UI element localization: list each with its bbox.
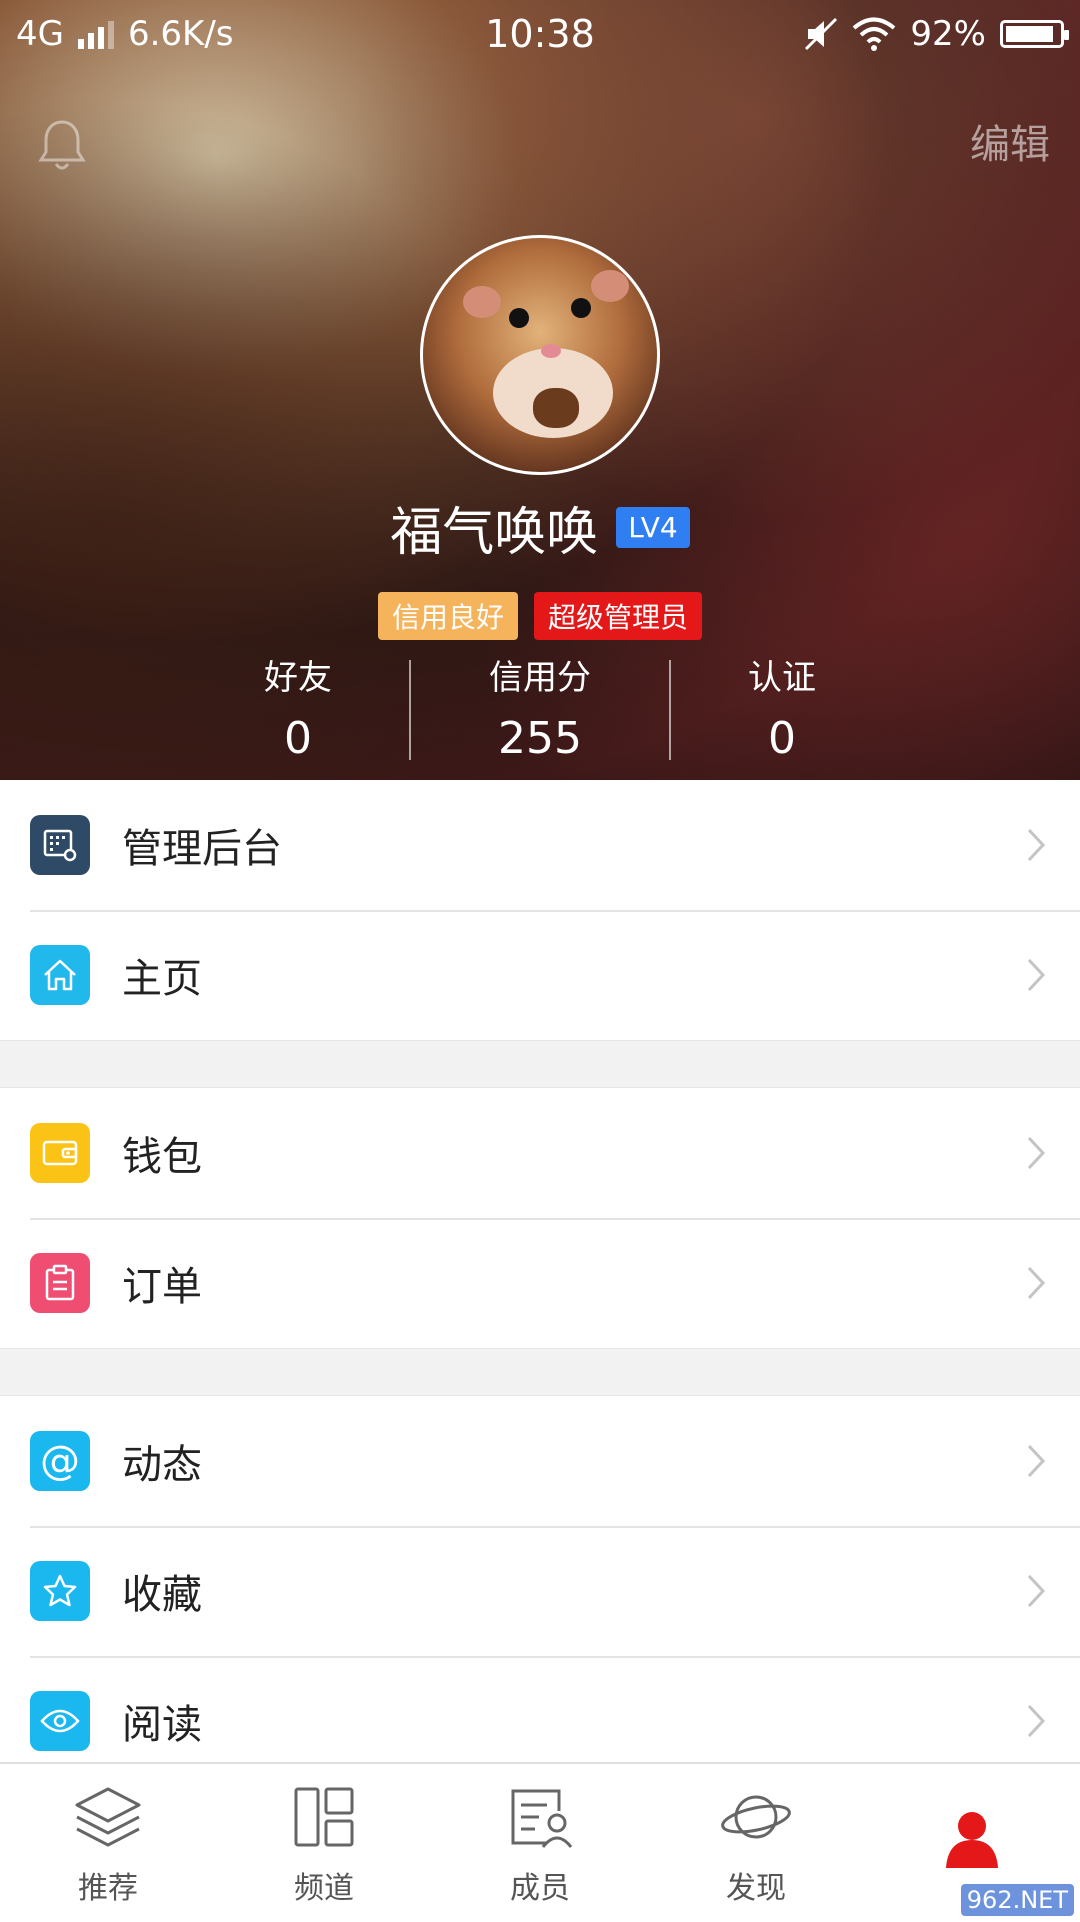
at-icon: @ <box>30 1431 90 1491</box>
chevron-right-icon <box>1027 828 1046 862</box>
level-badge: LV4 <box>616 507 690 548</box>
menu-item-home[interactable]: 主页 <box>0 910 1080 1040</box>
stat-credit[interactable]: 信用分 255 <box>420 650 660 764</box>
battery-percent: 92% <box>910 14 986 54</box>
grid-icon <box>294 1787 354 1847</box>
chevron-right-icon <box>1027 958 1046 992</box>
eye-icon <box>30 1691 90 1751</box>
stat-value: 255 <box>498 713 582 764</box>
stat-label: 信用分 <box>489 658 591 698</box>
menu-item-label: 主页 <box>122 956 202 1002</box>
stat-value: 0 <box>284 713 312 764</box>
battery-icon <box>1000 20 1069 48</box>
wifi-icon <box>853 17 896 51</box>
nav-channels[interactable]: 频道 <box>216 1764 432 1922</box>
section-gap <box>0 1348 1080 1396</box>
planet-icon <box>721 1795 791 1839</box>
star-icon <box>30 1561 90 1621</box>
bell-icon[interactable] <box>38 118 86 172</box>
nav-label: 频道 <box>294 1871 354 1906</box>
order-icon <box>30 1253 90 1313</box>
bottom-nav: 推荐 频道 成员 发现 <box>0 1762 1080 1922</box>
admin-panel-icon <box>30 815 90 875</box>
nav-label: 发现 <box>726 1871 786 1906</box>
stat-friends[interactable]: 好友 0 <box>178 650 418 764</box>
watermark: 962.NET <box>960 1884 1074 1916</box>
avatar[interactable] <box>420 235 660 475</box>
stat-label: 好友 <box>264 658 332 698</box>
nav-label: 成员 <box>510 1871 570 1906</box>
stat-value: 0 <box>768 713 796 764</box>
menu-item-label: 阅读 <box>122 1702 202 1748</box>
credit-tag: 信用良好 <box>377 592 518 640</box>
home-icon <box>30 945 90 1005</box>
chevron-right-icon <box>1027 1444 1046 1478</box>
profile-header: 4G 6.6K/s 10:38 92% 编辑 福气唤唤 LV4 信用良好 超级管… <box>0 0 1080 780</box>
nav-discover[interactable]: 发现 <box>648 1764 864 1922</box>
menu-group-content: @ 动态 收藏 阅读 <box>0 1396 1080 1786</box>
menu-group-finance: 钱包 订单 <box>0 1088 1080 1348</box>
section-gap <box>0 1040 1080 1088</box>
layers-icon <box>75 1787 141 1847</box>
stat-verified[interactable]: 认证 0 <box>662 650 902 764</box>
stat-label: 认证 <box>748 658 816 698</box>
nav-label: 推荐 <box>78 1871 138 1906</box>
user-stats: 好友 0 信用分 255 认证 0 <box>0 650 1080 764</box>
chevron-right-icon <box>1027 1574 1046 1608</box>
nav-recommend[interactable]: 推荐 <box>0 1764 216 1922</box>
user-icon <box>946 1812 998 1868</box>
chevron-right-icon <box>1027 1266 1046 1300</box>
chevron-right-icon <box>1027 1136 1046 1170</box>
menu-group-admin: 管理后台 主页 <box>0 780 1080 1040</box>
mute-icon <box>805 17 838 51</box>
nav-members[interactable]: 成员 <box>432 1764 648 1922</box>
menu-item-favorites[interactable]: 收藏 <box>0 1526 1080 1656</box>
menu-item-label: 动态 <box>122 1442 202 1488</box>
edit-button[interactable]: 编辑 <box>970 112 1050 170</box>
menu-item-wallet[interactable]: 钱包 <box>0 1088 1080 1218</box>
menu-item-label: 收藏 <box>122 1572 202 1618</box>
menu-item-activity[interactable]: @ 动态 <box>0 1396 1080 1526</box>
admin-tag: 超级管理员 <box>534 592 703 640</box>
wallet-icon <box>30 1123 90 1183</box>
stat-divider <box>409 660 411 760</box>
member-card-icon <box>511 1789 573 1848</box>
menu-item-orders[interactable]: 订单 <box>0 1218 1080 1348</box>
menu-item-label: 订单 <box>122 1264 202 1310</box>
user-name-row: 福气唤唤 LV4 <box>0 490 1080 565</box>
chevron-right-icon <box>1027 1704 1046 1738</box>
status-bar: 4G 6.6K/s 10:38 92% <box>0 0 1080 68</box>
user-tags: 信用良好 超级管理员 <box>0 592 1080 640</box>
menu-item-admin[interactable]: 管理后台 <box>0 780 1080 910</box>
username: 福气唤唤 <box>390 503 599 563</box>
menu-list: 管理后台 主页 钱包 订单 @ 动态 收藏 阅读 <box>0 780 1080 1786</box>
menu-item-label: 钱包 <box>122 1134 202 1180</box>
menu-item-label: 管理后台 <box>122 826 282 872</box>
